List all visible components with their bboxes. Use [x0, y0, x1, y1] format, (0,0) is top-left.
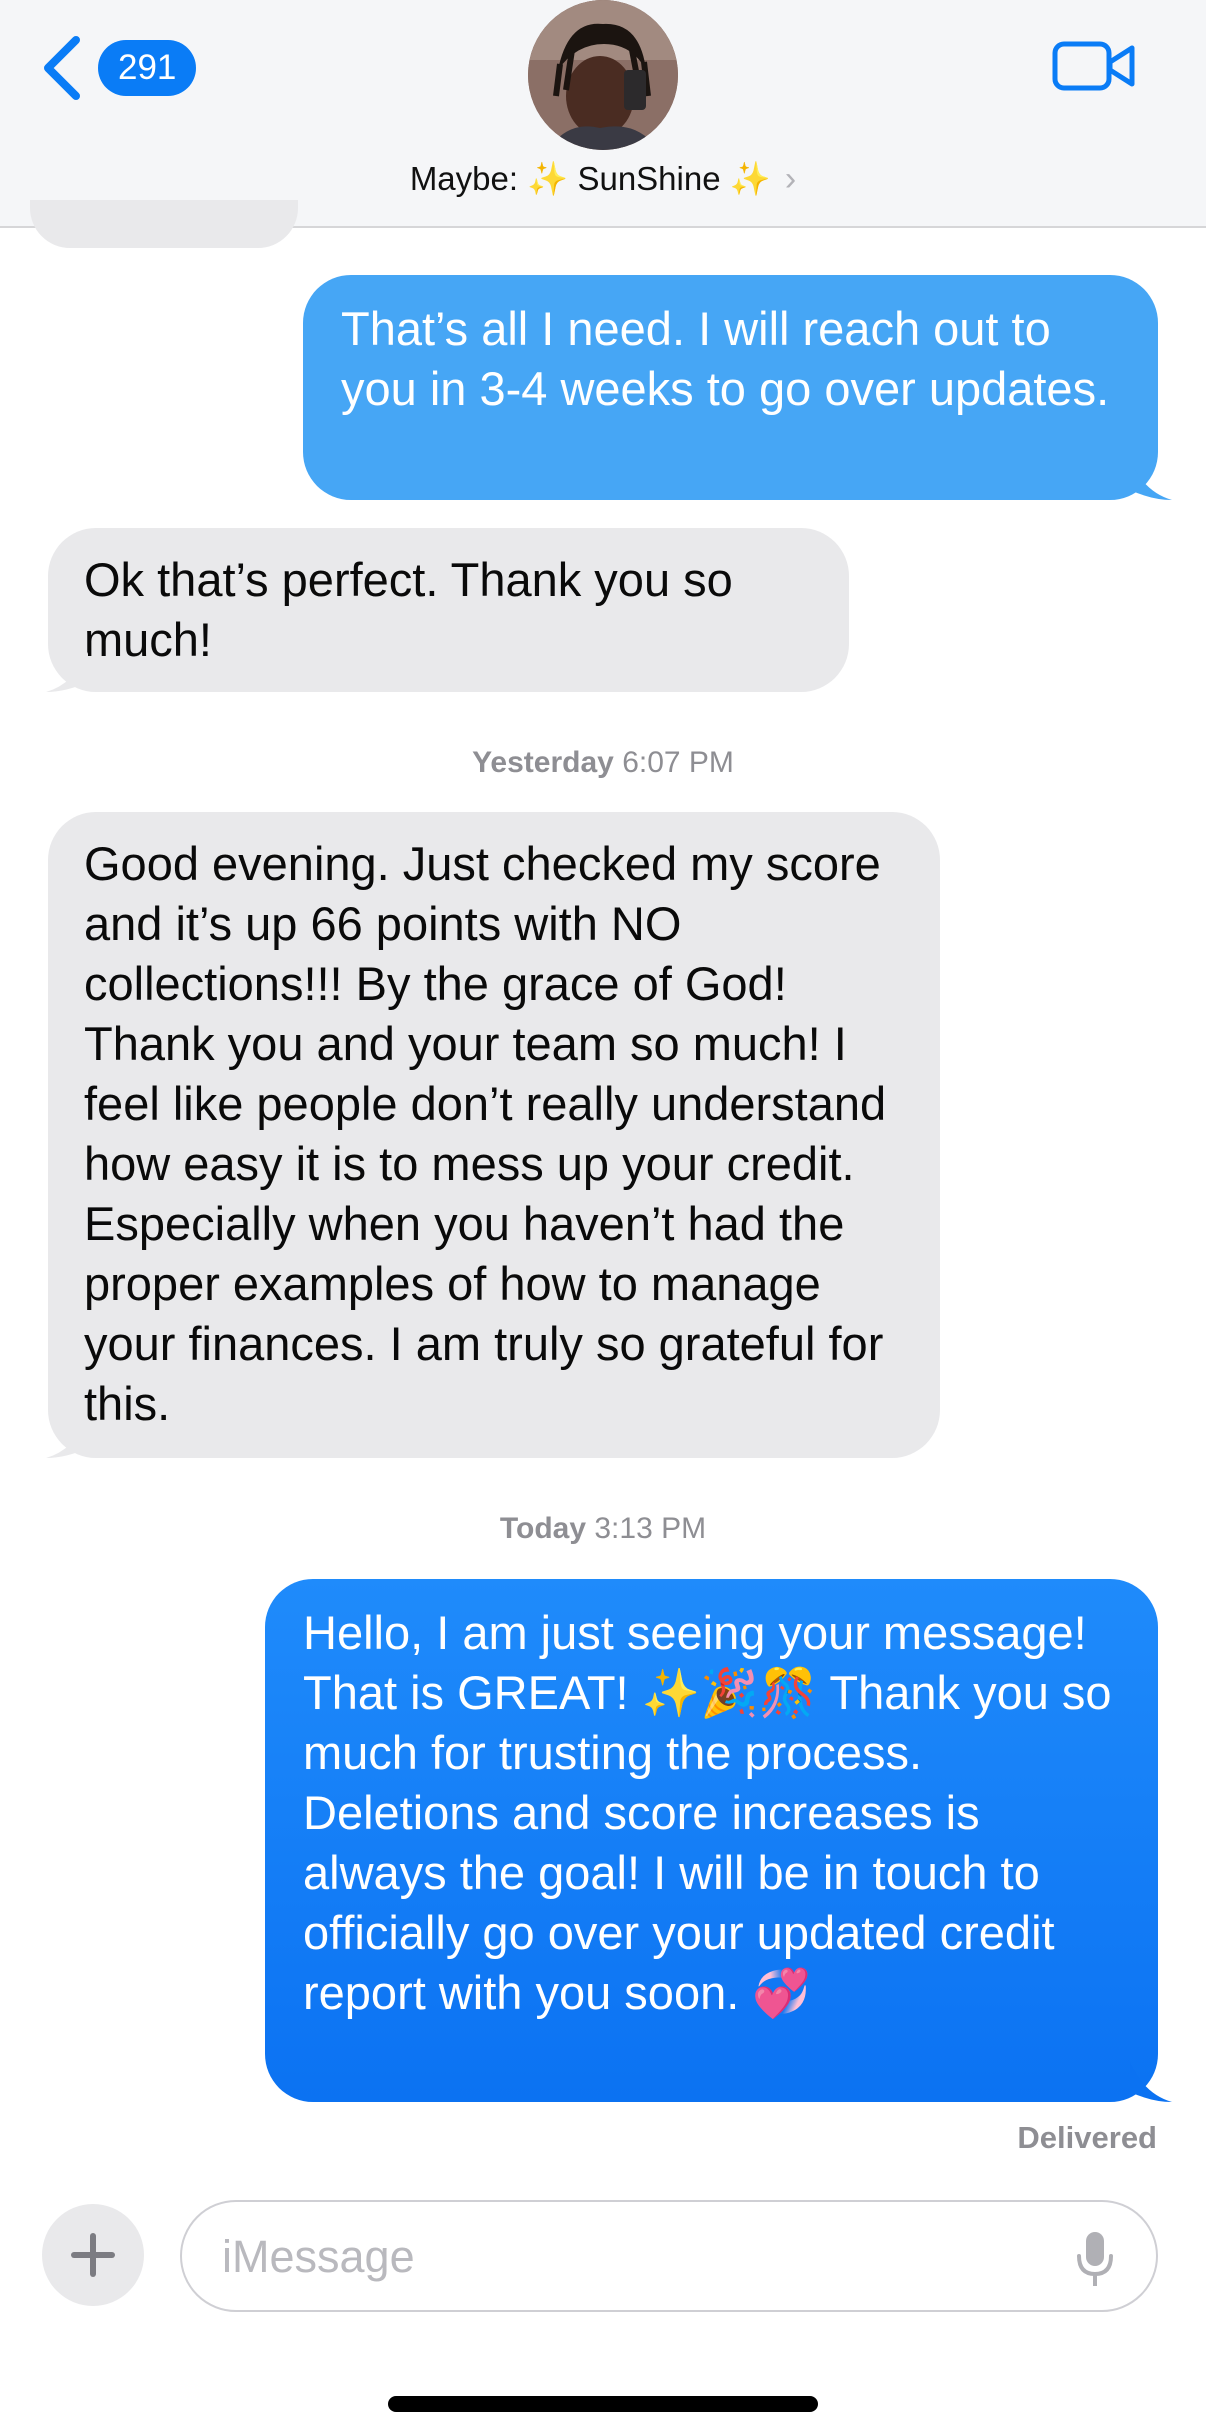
unread-count-badge: 291 — [98, 40, 197, 96]
chevron-left-icon — [44, 36, 80, 100]
message-text: That’s all I need. I will reach out to y… — [341, 302, 1110, 415]
conversation-header: 291 Maybe: ✨ SunShine ✨ › — [0, 0, 1206, 228]
timestamp: Yesterday 6:07 PM — [0, 746, 1206, 780]
message-text: Ok that’s perfect. Thank you so much! — [84, 553, 733, 666]
message-text: Hello, I am just seeing your message! Th… — [303, 1606, 1112, 2019]
bubble-tail — [46, 652, 88, 692]
message-bubble-outgoing[interactable]: That’s all I need. I will reach out to y… — [303, 275, 1158, 500]
avatar-image — [528, 0, 678, 150]
bubble-tail — [1130, 2062, 1172, 2102]
delivery-status: Delivered — [1017, 2120, 1157, 2155]
partial-incoming-bubble — [30, 200, 298, 248]
message-bubble-outgoing[interactable]: Hello, I am just seeing your message! Th… — [265, 1579, 1158, 2102]
message-compose-field[interactable] — [180, 2200, 1158, 2312]
message-input[interactable] — [220, 2226, 1020, 2288]
bubble-tail — [1130, 460, 1172, 500]
timestamp-time: 6:07 PM — [622, 746, 734, 779]
microphone-icon[interactable] — [1074, 2228, 1116, 2290]
plus-icon — [71, 2233, 115, 2277]
contact-name-button[interactable]: Maybe: ✨ SunShine ✨ › — [0, 160, 1206, 199]
home-indicator[interactable] — [388, 2396, 818, 2412]
message-bubble-incoming[interactable]: Good evening. Just checked my score and … — [48, 812, 940, 1458]
bubble-tail — [46, 1418, 88, 1458]
video-camera-icon[interactable] — [1052, 38, 1136, 94]
timestamp-day: Yesterday — [472, 746, 614, 779]
contact-avatar[interactable] — [528, 0, 678, 150]
message-text: Good evening. Just checked my score and … — [84, 837, 887, 1430]
timestamp: Today 3:13 PM — [0, 1512, 1206, 1546]
timestamp-time: 3:13 PM — [594, 1512, 707, 1545]
message-bubble-incoming[interactable]: Ok that’s perfect. Thank you so much! — [48, 528, 849, 692]
back-button[interactable]: 291 — [40, 34, 197, 102]
apps-plus-button[interactable] — [42, 2204, 144, 2306]
contact-name: Maybe: ✨ SunShine ✨ — [409, 160, 771, 197]
timestamp-day: Today — [499, 1512, 587, 1545]
chevron-right-icon: › — [784, 160, 797, 198]
